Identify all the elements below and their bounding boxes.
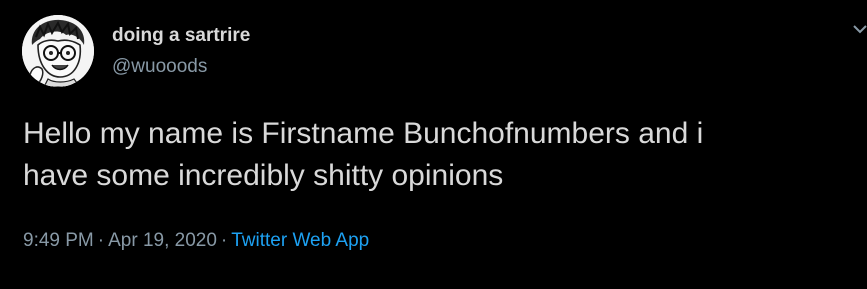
meta-separator: ·	[220, 230, 228, 251]
avatar[interactable]	[22, 15, 94, 87]
tweet-text: Hello my name is Firstname Bunchofnumber…	[23, 117, 704, 192]
tweet-source-link[interactable]: Twitter Web App	[231, 230, 369, 251]
meta-separator: ·	[97, 230, 105, 251]
author-display-name[interactable]: doing a sartrire	[112, 24, 250, 48]
tweet-date[interactable]: Apr 19, 2020	[108, 230, 217, 251]
tweet-card: doing a sartrire @wuooods Hello my name …	[0, 0, 867, 289]
cartoon-person-avatar-icon	[22, 15, 94, 87]
dropdown-caret-icon[interactable]	[851, 22, 867, 36]
tweet-meta: 9:49 PM · Apr 19, 2020 · Twitter Web App	[23, 229, 369, 253]
tweet-time[interactable]: 9:49 PM	[23, 230, 94, 251]
author-handle[interactable]: @wuooods	[112, 55, 207, 79]
